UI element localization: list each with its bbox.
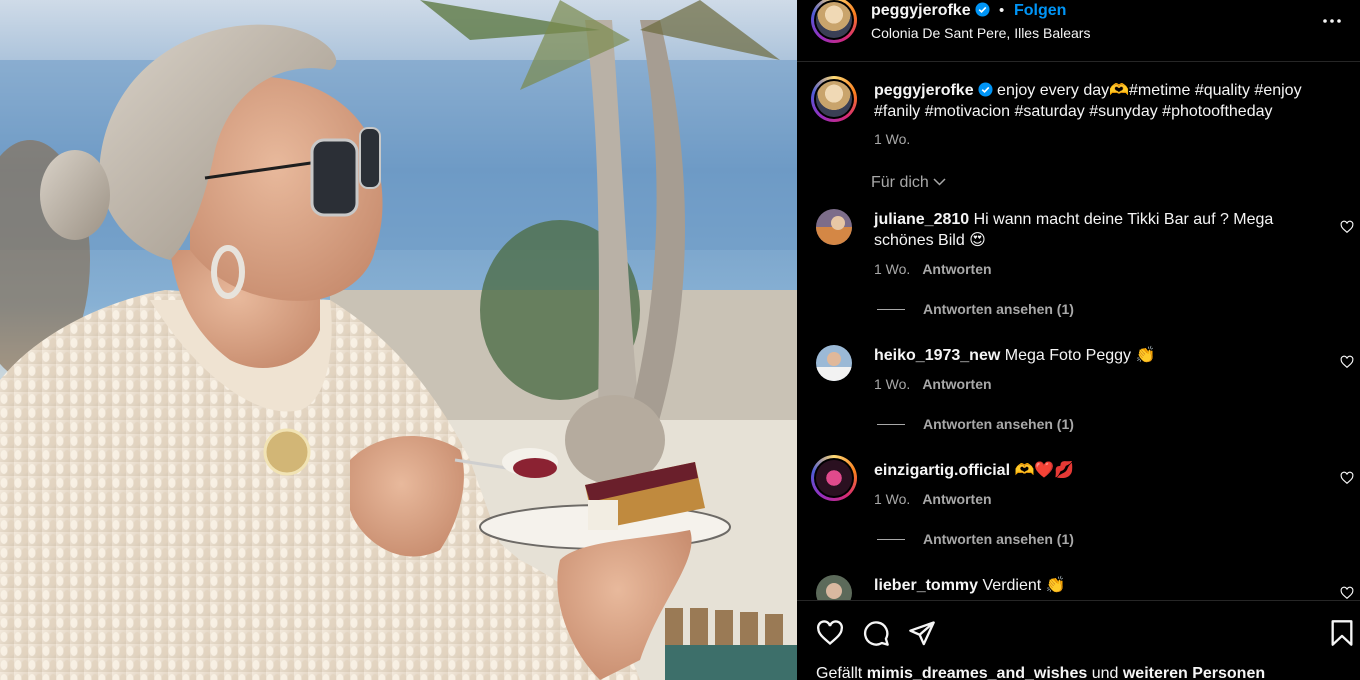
view-replies-label: Antworten ansehen (1) bbox=[923, 531, 1074, 547]
post-detail-panel: peggyjerofke • Folgen Colonia De Sant Pe… bbox=[797, 0, 1360, 680]
post-photo[interactable] bbox=[0, 0, 797, 680]
comment-username[interactable]: einzigartig.official bbox=[874, 462, 1010, 479]
comment-like-heart-icon[interactable] bbox=[1340, 586, 1354, 600]
comment-like-heart-icon[interactable] bbox=[1340, 220, 1354, 234]
post-image bbox=[0, 0, 797, 680]
comment-time: 1 Wo. bbox=[874, 261, 911, 277]
view-replies-button[interactable]: Antworten ansehen (1) bbox=[877, 301, 1074, 317]
verified-icon bbox=[978, 82, 993, 97]
reply-button[interactable]: Antworten bbox=[922, 376, 991, 392]
commenter-avatar[interactable] bbox=[816, 209, 852, 245]
comment-text: Verdient 👏 bbox=[982, 577, 1066, 594]
comment-meta: 1 Wo. Antworten bbox=[874, 261, 992, 277]
comment-text: 🫶❤️💋 bbox=[1014, 462, 1075, 479]
comment-text-block: juliane_2810 Hi wann macht deine Tikki B… bbox=[874, 209, 1314, 251]
heart-icon[interactable] bbox=[816, 619, 844, 647]
comment-time: 1 Wo. bbox=[874, 376, 911, 392]
likes-prefix: Gefällt bbox=[816, 665, 867, 680]
reply-button[interactable]: Antworten bbox=[922, 491, 991, 507]
comment-text: Mega Foto Peggy 👏 bbox=[1004, 347, 1156, 364]
location-link[interactable]: Colonia De Sant Pere, Illes Balears bbox=[871, 25, 1090, 41]
commenter-avatar[interactable] bbox=[816, 345, 852, 381]
view-replies-label: Antworten ansehen (1) bbox=[923, 416, 1074, 432]
comment-username[interactable]: juliane_2810 bbox=[874, 211, 969, 228]
post-caption: peggyjerofke enjoy every day🫶#metime #qu… bbox=[874, 80, 1334, 150]
view-replies-label: Antworten ansehen (1) bbox=[923, 301, 1074, 317]
post-action-bar: Gefällt mimis_dreames_and_wishes und wei… bbox=[797, 600, 1360, 680]
other-likers-link[interactable]: weiteren Personen bbox=[1123, 665, 1265, 680]
comment-icon[interactable] bbox=[862, 619, 890, 647]
liker-username-link[interactable]: mimis_dreames_and_wishes bbox=[867, 665, 1088, 680]
caption-username[interactable]: peggyjerofke bbox=[874, 82, 974, 99]
commenter-avatar[interactable] bbox=[811, 455, 857, 501]
likes-middle: und bbox=[1087, 665, 1123, 680]
likes-summary: Gefällt mimis_dreames_and_wishes und wei… bbox=[816, 665, 1265, 680]
comment-sort-label: Für dich bbox=[871, 174, 929, 191]
comment-text-block: einzigartig.official 🫶❤️💋 bbox=[874, 460, 1314, 481]
author-username[interactable]: peggyjerofke bbox=[871, 2, 971, 19]
commenter-avatar[interactable] bbox=[816, 575, 852, 600]
follow-button[interactable]: Folgen bbox=[1014, 2, 1066, 20]
author-avatar[interactable] bbox=[811, 0, 857, 43]
more-options-icon[interactable] bbox=[1322, 12, 1342, 30]
view-replies-button[interactable]: Antworten ansehen (1) bbox=[877, 531, 1074, 547]
caption-author-avatar[interactable] bbox=[811, 76, 857, 122]
comment-meta: 1 Wo. Antworten bbox=[874, 491, 992, 507]
comment-sort-dropdown[interactable]: Für dich bbox=[871, 174, 946, 192]
comments-section[interactable]: peggyjerofke enjoy every day🫶#metime #qu… bbox=[797, 62, 1360, 600]
comment-text-block: lieber_tommy Verdient 👏 bbox=[874, 575, 1314, 596]
chevron-down-icon bbox=[933, 178, 946, 186]
caption-time: 1 Wo. bbox=[874, 131, 911, 147]
reply-button[interactable]: Antworten bbox=[922, 261, 991, 277]
comment-time: 1 Wo. bbox=[874, 491, 911, 507]
view-replies-button[interactable]: Antworten ansehen (1) bbox=[877, 416, 1074, 432]
separator-dot: • bbox=[999, 2, 1005, 19]
verified-icon bbox=[975, 2, 990, 17]
bookmark-icon[interactable] bbox=[1328, 619, 1356, 647]
share-icon[interactable] bbox=[908, 619, 936, 647]
comment-like-heart-icon[interactable] bbox=[1340, 471, 1354, 485]
comment-username[interactable]: lieber_tommy bbox=[874, 577, 978, 594]
comment-meta: 1 Wo. Antworten bbox=[874, 376, 992, 392]
post-header: peggyjerofke • Folgen Colonia De Sant Pe… bbox=[797, 0, 1360, 62]
comment-text-block: heiko_1973_new Mega Foto Peggy 👏 bbox=[874, 345, 1314, 366]
author-username-link[interactable]: peggyjerofke bbox=[871, 2, 990, 20]
comment-like-heart-icon[interactable] bbox=[1340, 355, 1354, 369]
comment-username[interactable]: heiko_1973_new bbox=[874, 347, 1000, 364]
